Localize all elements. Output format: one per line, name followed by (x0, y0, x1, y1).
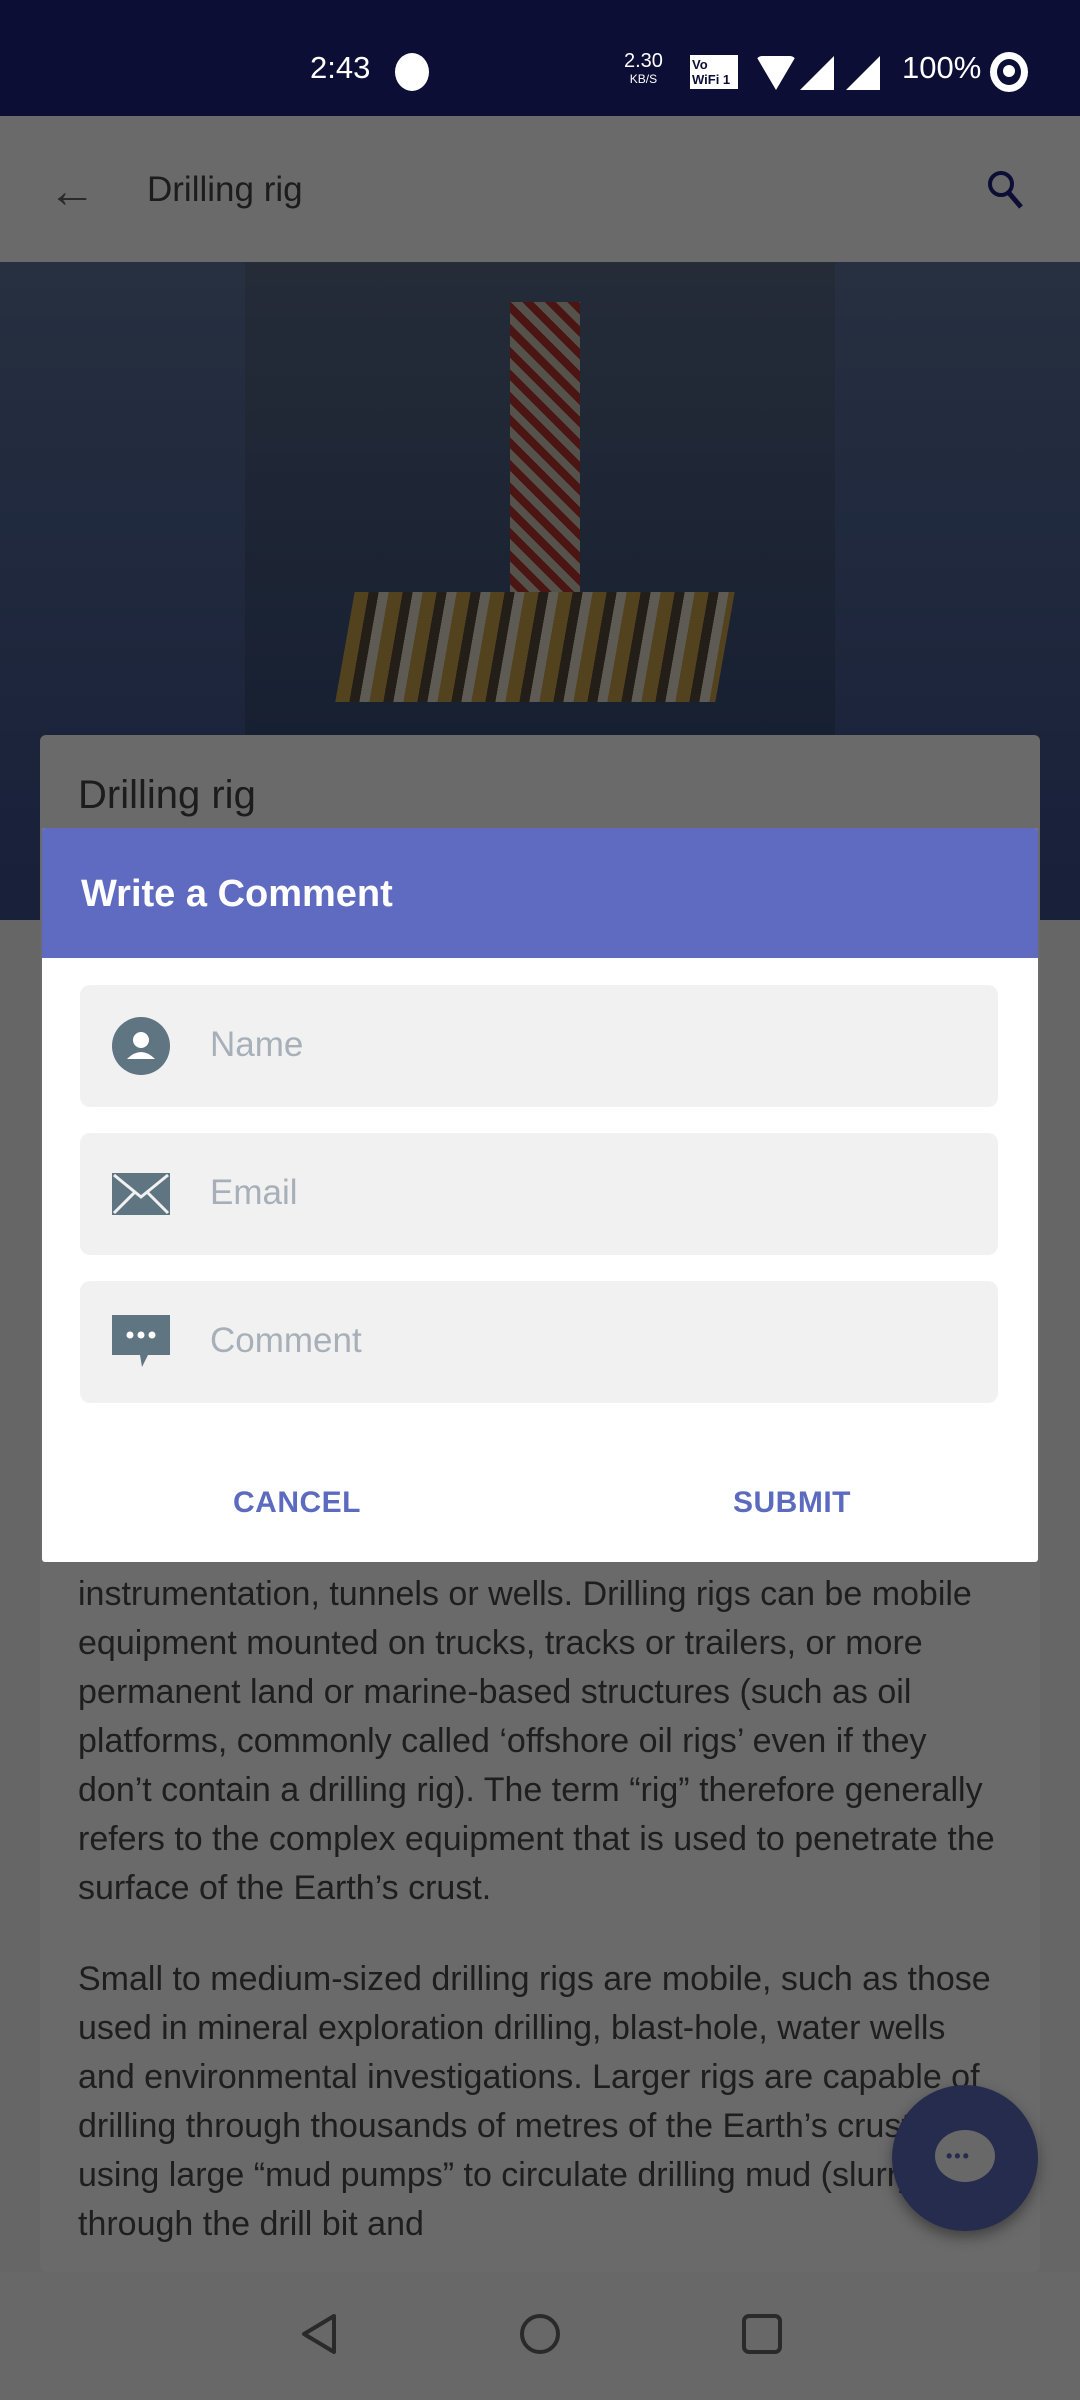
signal-icon (800, 56, 834, 90)
nav-back-icon[interactable] (296, 2310, 344, 2358)
page-title: Drilling rig (147, 170, 303, 209)
search-icon[interactable] (985, 168, 1025, 212)
email-field[interactable]: Email (80, 1133, 998, 1255)
article-paragraph: Small to medium-sized drilling rigs are … (78, 1960, 991, 2243)
app-notification-icon (395, 53, 429, 91)
article-body: instrumentation, tunnels or wells. Drill… (78, 1570, 1008, 2291)
wifi-icon (756, 56, 796, 90)
nav-recents-icon[interactable] (738, 2310, 786, 2358)
status-bar: 2:43 2.30 KB/S Vo WiFi 1 100% (0, 0, 1080, 116)
comment-icon (112, 1315, 170, 1367)
nav-home-icon[interactable] (516, 2310, 564, 2358)
submit-button[interactable]: SUBMIT (733, 1486, 851, 1520)
app-bar: ← Drilling rig (0, 116, 1080, 262)
comment-fab[interactable]: ••• (892, 2085, 1038, 2231)
comment-field[interactable]: Comment (80, 1281, 998, 1403)
vowifi-icon: Vo WiFi 1 (690, 55, 738, 89)
chat-dots: ••• (946, 2146, 971, 2166)
net-speed-unit: KB/S (629, 72, 658, 86)
battery-level: 100% (902, 50, 982, 85)
rig-deck (335, 592, 735, 702)
cancel-button[interactable]: CANCEL (233, 1486, 361, 1520)
arrow-back-icon[interactable]: ← (48, 164, 96, 219)
name-field[interactable]: Name (80, 985, 998, 1107)
network-speed: 2.30 KB/S (624, 50, 663, 88)
article-paragraph: instrumentation, tunnels or wells. Drill… (78, 1575, 995, 1907)
dialog-title: Write a Comment (42, 828, 1038, 958)
email-placeholder: Email (210, 1173, 298, 1212)
drilling-rig-photo (245, 262, 835, 735)
net-speed-value: 2.30 (624, 50, 663, 72)
mail-icon (112, 1173, 170, 1215)
signal-roaming-icon (846, 56, 880, 90)
status-time: 2:43 (310, 50, 371, 85)
focus-mode-icon (990, 52, 1028, 92)
person-icon (112, 1017, 170, 1075)
name-placeholder: Name (210, 1025, 304, 1064)
card-title: Drilling rig (78, 773, 256, 817)
comment-dialog: Write a Comment Name Email Comment CANCE… (42, 828, 1038, 1562)
comment-placeholder: Comment (210, 1321, 362, 1360)
